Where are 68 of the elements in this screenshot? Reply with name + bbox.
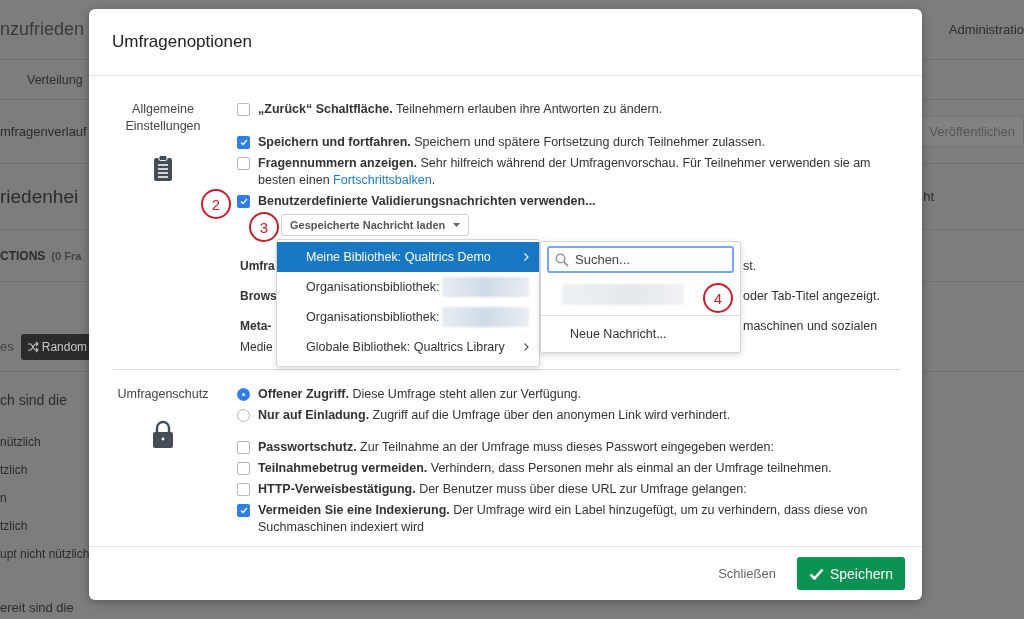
search-field[interactable]: Suchen...	[547, 246, 734, 273]
option-description: Fragennummern anzeigen. Sehr hilfreich während der Umfragenvorschau. Für Teilnehmer verwenden sie am besten einen Fortschrittsbalken.	[258, 155, 872, 189]
admin-link[interactable]: Administratio	[948, 22, 1024, 37]
close-button[interactable]: Schließen	[708, 558, 786, 589]
option-description: maschinen und sozialen	[743, 318, 878, 335]
answer-option: upt nicht nützlich	[0, 547, 90, 561]
option-description: Umfra	[240, 258, 274, 275]
survey-history-link[interactable]: mfragenverlauf	[0, 124, 87, 139]
option-description: Vermeiden Sie eine Indexierung. Der Umfrage wird ein Label hinzugefügt, um zu verhindern, dass diese von Suchmaschinen indexiert wird	[258, 502, 869, 536]
checkbox[interactable]	[237, 462, 250, 475]
shuffle-icon	[26, 340, 39, 353]
page-text: ht	[923, 189, 934, 204]
block-title: CTIONS	[0, 248, 46, 263]
answer-option: n	[0, 491, 7, 505]
save-button[interactable]: Speichern	[796, 557, 905, 590]
option-description: Teilnahmebetrug vermeiden. Verhindern, dass Personen mehr als einmal an der Umfrage teilnehmen.	[258, 460, 832, 477]
option-description: Medie	[240, 339, 274, 356]
menu-item[interactable]: Globale Bibliothek: Qualtrics Library	[277, 332, 539, 362]
question-text: ch sind die	[0, 392, 67, 408]
check-icon	[808, 567, 824, 580]
search-icon	[555, 253, 569, 267]
checkbox[interactable]	[237, 157, 250, 170]
option-description: Nur auf Einladung. Zugriff auf die Umfrage über den anonymen Link wird verhindert.	[258, 407, 731, 424]
check-icon	[239, 507, 248, 514]
question-count: (0 Fra	[51, 249, 82, 262]
page-title: nzufrieden	[0, 19, 85, 40]
checkbox[interactable]	[237, 441, 250, 454]
option-description: Benutzerdefinierte Validierungsnachrichten verwenden...	[258, 193, 596, 210]
randomize-button[interactable]: Random	[20, 333, 91, 360]
clipboard-icon	[153, 155, 173, 182]
menu-item[interactable]: Meine Bibliothek: Qualtrics Demo	[277, 242, 539, 272]
chevron-right-icon	[524, 343, 529, 351]
menu-item[interactable]: Neue Nachricht...	[541, 316, 740, 352]
menu-item[interactable]: Organisationsbibliothek:	[277, 272, 539, 302]
radio-button[interactable]	[237, 409, 250, 422]
answer-option: nützlich	[0, 435, 41, 449]
checkbox[interactable]	[237, 483, 250, 496]
question-text: ereit sind die	[0, 599, 74, 615]
menu-item[interactable]: Organisationsbibliothek:	[277, 302, 539, 332]
check-icon	[239, 139, 248, 146]
option-description: Passwortschutz. Zur Teilnahme an der Umfrage muss dieses Passwort eingegeben werden:	[258, 439, 774, 456]
label-text: es	[0, 339, 14, 354]
answer-option: tzlich	[0, 519, 28, 533]
checkbox[interactable]	[237, 504, 250, 517]
survey-title: riedenhei	[0, 185, 79, 208]
checkbox[interactable]	[237, 195, 250, 208]
option-description: Speichern und fortfahren. Speichern und spätere Fortsetzung durch Teilnehmer zulassen.	[258, 134, 765, 151]
option-description: st.	[743, 258, 757, 275]
chevron-right-icon	[524, 253, 529, 261]
load-message-dropdown[interactable]: Gespeicherte Nachricht laden	[281, 214, 470, 236]
section-label: Allgemeine Einstellungen	[124, 101, 202, 135]
option-description: HTTP-Verweisbestätigung. Der Benutzer muss über diese URL zur Umfrage gelangen:	[258, 481, 747, 498]
option-description: Meta-	[240, 318, 273, 335]
lock-icon	[152, 420, 174, 448]
progress-bar-link[interactable]: Fortschrittsbalken	[333, 173, 432, 187]
caret-icon	[453, 223, 461, 227]
option-description: oder Tab-Titel angezeigt.	[743, 288, 880, 305]
dialog-title: Umfragenoptionen	[112, 32, 252, 52]
tab[interactable]: Verteilung	[27, 72, 83, 87]
answer-option: tzlich	[0, 463, 28, 477]
check-icon	[239, 198, 248, 205]
option-description: Brows	[240, 288, 274, 305]
radio-button[interactable]	[237, 388, 250, 401]
checkbox[interactable]	[237, 103, 250, 116]
option-description: Offener Zugriff. Diese Umfrage steht allen zur Verfügung.	[258, 386, 582, 403]
section-label: Umfragenschutz	[116, 386, 210, 403]
checkbox[interactable]	[237, 136, 250, 149]
option-description: „Zurück“ Schaltfläche. Teilnehmern erlauben ihre Antworten zu ändern.	[258, 101, 663, 118]
